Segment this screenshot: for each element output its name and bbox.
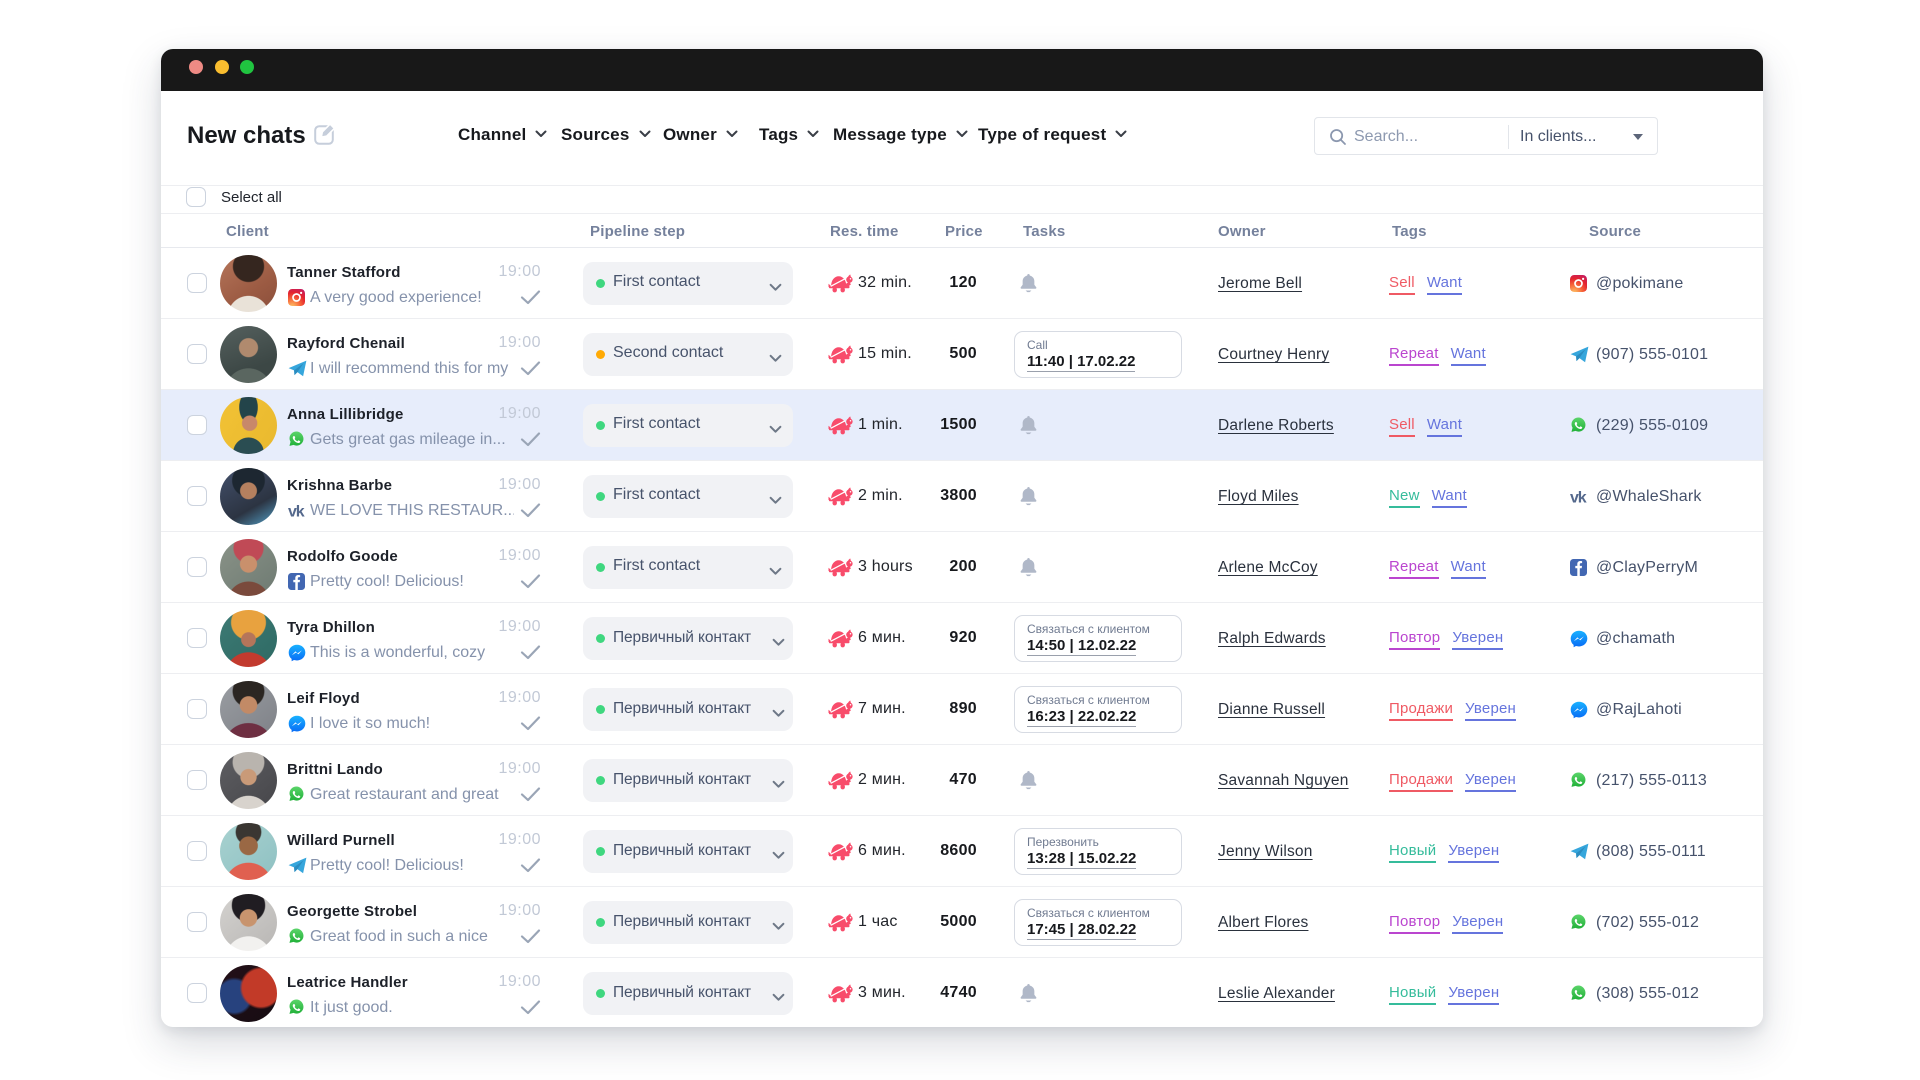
svg-text:vk: vk <box>1570 490 1587 506</box>
svg-text:vk: vk <box>288 504 305 520</box>
